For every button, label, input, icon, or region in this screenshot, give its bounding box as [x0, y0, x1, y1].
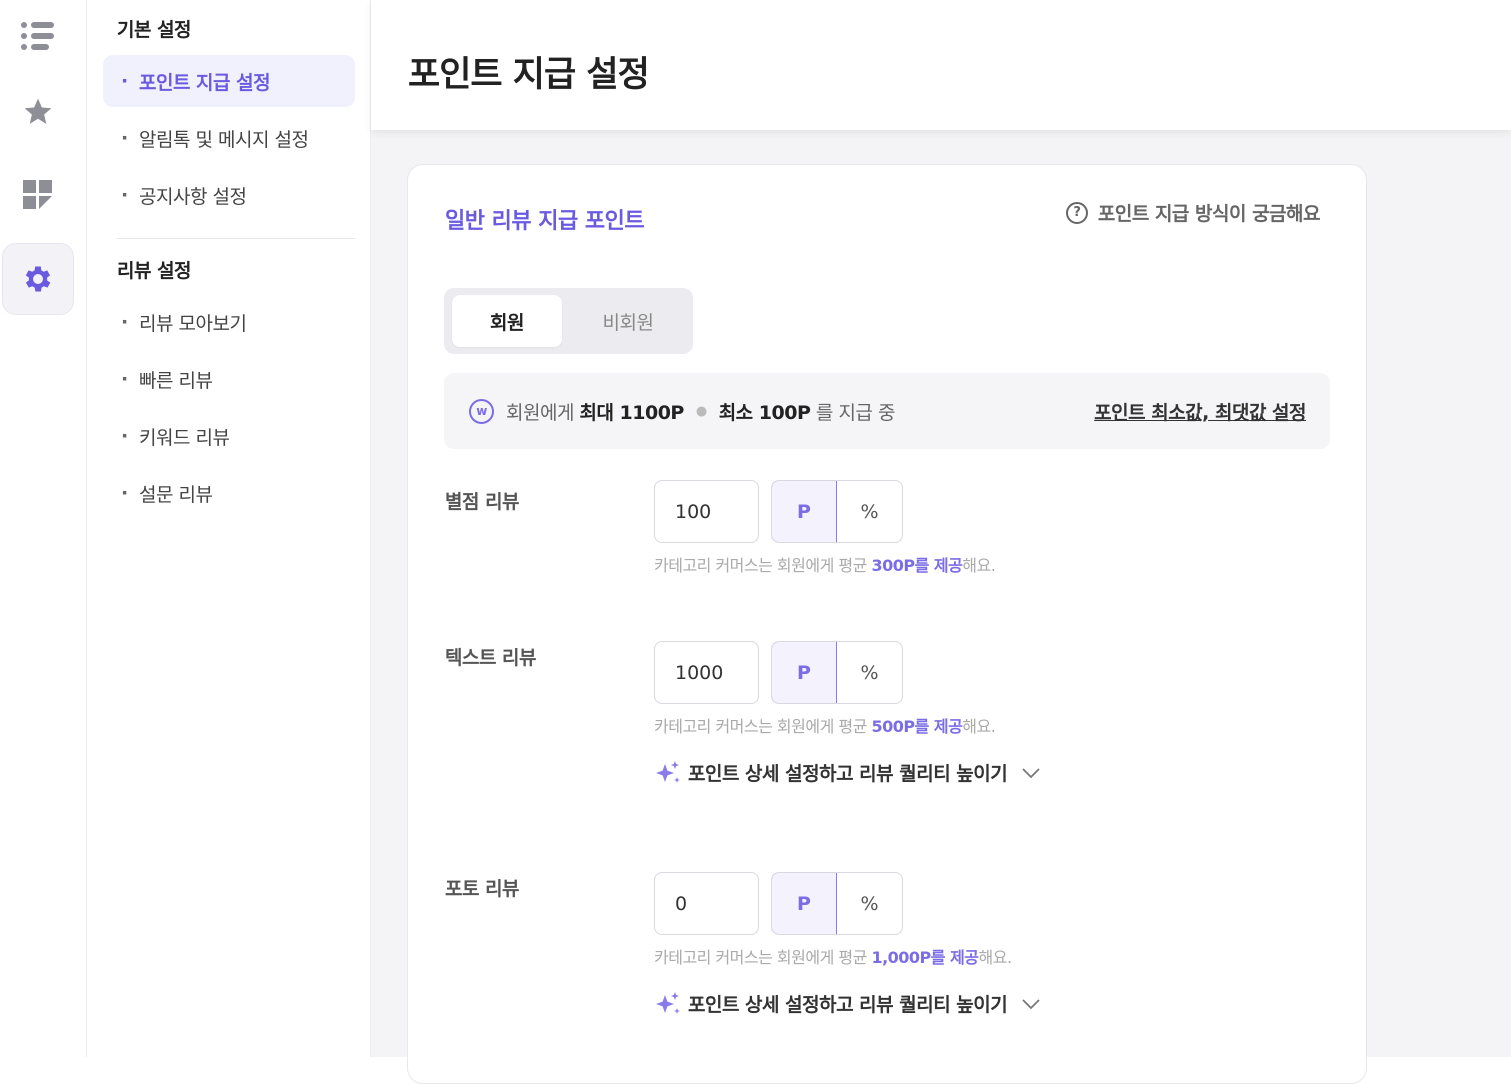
sparkle-icon	[656, 760, 680, 783]
info-max: 최대 1100P	[579, 401, 684, 424]
subnav-item-survey-review[interactable]: · 설문 리뷰	[103, 467, 355, 519]
subnav-item-quick-review[interactable]: · 빠른 리뷰	[103, 353, 355, 405]
settings-button[interactable]	[2, 243, 74, 315]
page-title: 포인트 지급 설정	[408, 55, 650, 95]
chevron-down-icon	[1022, 767, 1040, 778]
point-range-info: w 회원에게 최대 1100P ● 최소 100P 를 지급 중 포인트 최소값…	[444, 373, 1330, 449]
card-title: 일반 리뷰 지급 포인트	[445, 209, 645, 234]
star-review-points-input[interactable]: 100	[654, 480, 759, 543]
subnav-item-label: 공지사항 설정	[139, 185, 247, 208]
text-review-points-input[interactable]: 1000	[654, 641, 759, 704]
menu-list-button[interactable]	[2, 0, 74, 72]
subnav-item-label: 키워드 리뷰	[139, 426, 230, 449]
unit-percent-button[interactable]: %	[837, 481, 902, 542]
list-icon	[21, 22, 54, 50]
info-prefix: 회원에게	[506, 401, 574, 424]
unit-percent-button[interactable]: %	[837, 642, 902, 703]
subnav-divider	[117, 238, 355, 239]
row-label-text-review: 텍스트 리뷰	[445, 647, 537, 669]
unit-point-button[interactable]: P	[772, 642, 837, 703]
help-link[interactable]: ? 포인트 지급 방식이 궁금해요	[1065, 199, 1321, 226]
unit-point-button[interactable]: P	[772, 873, 837, 934]
general-review-points-card: 일반 리뷰 지급 포인트 ? 포인트 지급 방식이 궁금해요 회원 비회원 w …	[407, 164, 1367, 1084]
settings-subnav: 기본 설정 · 포인트 지급 설정 · 알림톡 및 메시지 설정 · 공지사항 설정 …	[87, 0, 371, 1057]
unit-point-button[interactable]: P	[772, 481, 837, 542]
expand-label: 포인트 상세 설정하고 리뷰 퀄리티 높이기	[688, 763, 1008, 785]
gear-icon	[25, 266, 51, 292]
tab-member[interactable]: 회원	[452, 295, 562, 347]
group-title-basic: 기본 설정	[117, 19, 192, 41]
subnav-item-label: 알림톡 및 메시지 설정	[139, 128, 309, 151]
subnav-item-review-collection[interactable]: · 리뷰 모아보기	[103, 296, 355, 348]
subnav-item-label: 리뷰 모아보기	[139, 312, 247, 335]
info-suffix: 를 지급 중	[815, 401, 896, 424]
icon-rail	[0, 0, 87, 1057]
dashboard-button[interactable]	[2, 159, 74, 231]
dashboard-icon	[23, 180, 52, 209]
text-review-detail-expand[interactable]: 포인트 상세 설정하고 리뷰 퀄리티 높이기	[654, 759, 1041, 786]
group-title-review: 리뷰 설정	[117, 260, 192, 282]
question-icon: ?	[1065, 201, 1088, 224]
subnav-item-label: 설문 리뷰	[139, 483, 213, 506]
photo-review-points-input[interactable]: 0	[654, 872, 759, 935]
photo-review-unit-toggle: P %	[771, 872, 903, 935]
unit-percent-button[interactable]: %	[837, 873, 902, 934]
sparkle-icon	[656, 991, 680, 1014]
subnav-item-label: 빠른 리뷰	[139, 369, 213, 392]
subnav-item-notice-settings[interactable]: · 공지사항 설정	[103, 169, 355, 221]
photo-review-hint: 카테고리 커머스는 회원에게 평균 1,000P를 제공해요.	[654, 948, 1012, 967]
info-min: 최소 100P	[718, 401, 811, 424]
expand-label: 포인트 상세 설정하고 리뷰 퀄리티 높이기	[688, 994, 1008, 1016]
row-label-photo-review: 포토 리뷰	[445, 878, 520, 900]
star-review-hint: 카테고리 커머스는 회원에게 평균 300P를 제공해요.	[654, 556, 996, 575]
member-type-toggle: 회원 비회원	[444, 288, 693, 354]
photo-review-detail-expand[interactable]: 포인트 상세 설정하고 리뷰 퀄리티 높이기	[654, 990, 1041, 1017]
row-label-star-review: 별점 리뷰	[445, 491, 520, 513]
star-review-unit-toggle: P %	[771, 480, 903, 543]
main-content: 포인트 지급 설정 일반 리뷰 지급 포인트 ? 포인트 지급 방식이 궁금해요…	[371, 0, 1511, 1084]
text-review-unit-toggle: P %	[771, 641, 903, 704]
w-coin-icon: w	[469, 398, 494, 424]
subnav-item-label: 포인트 지급 설정	[139, 71, 271, 94]
subnav-item-keyword-review[interactable]: · 키워드 리뷰	[103, 410, 355, 462]
subnav-item-alimtalk-settings[interactable]: · 알림톡 및 메시지 설정	[103, 112, 355, 164]
help-label: 포인트 지급 방식이 궁금해요	[1097, 203, 1321, 225]
min-max-settings-link[interactable]: 포인트 최소값, 최댓값 설정	[1094, 398, 1306, 425]
tab-non-member[interactable]: 비회원	[569, 295, 687, 347]
star-icon	[24, 98, 52, 124]
reviews-button[interactable]	[2, 76, 74, 148]
text-review-hint: 카테고리 커머스는 회원에게 평균 500P를 제공해요.	[654, 717, 996, 736]
page-header: 포인트 지급 설정	[371, 0, 1511, 130]
subnav-item-point-settings[interactable]: · 포인트 지급 설정	[103, 55, 355, 107]
chevron-down-icon	[1022, 998, 1040, 1009]
info-separator: ●	[695, 403, 707, 419]
